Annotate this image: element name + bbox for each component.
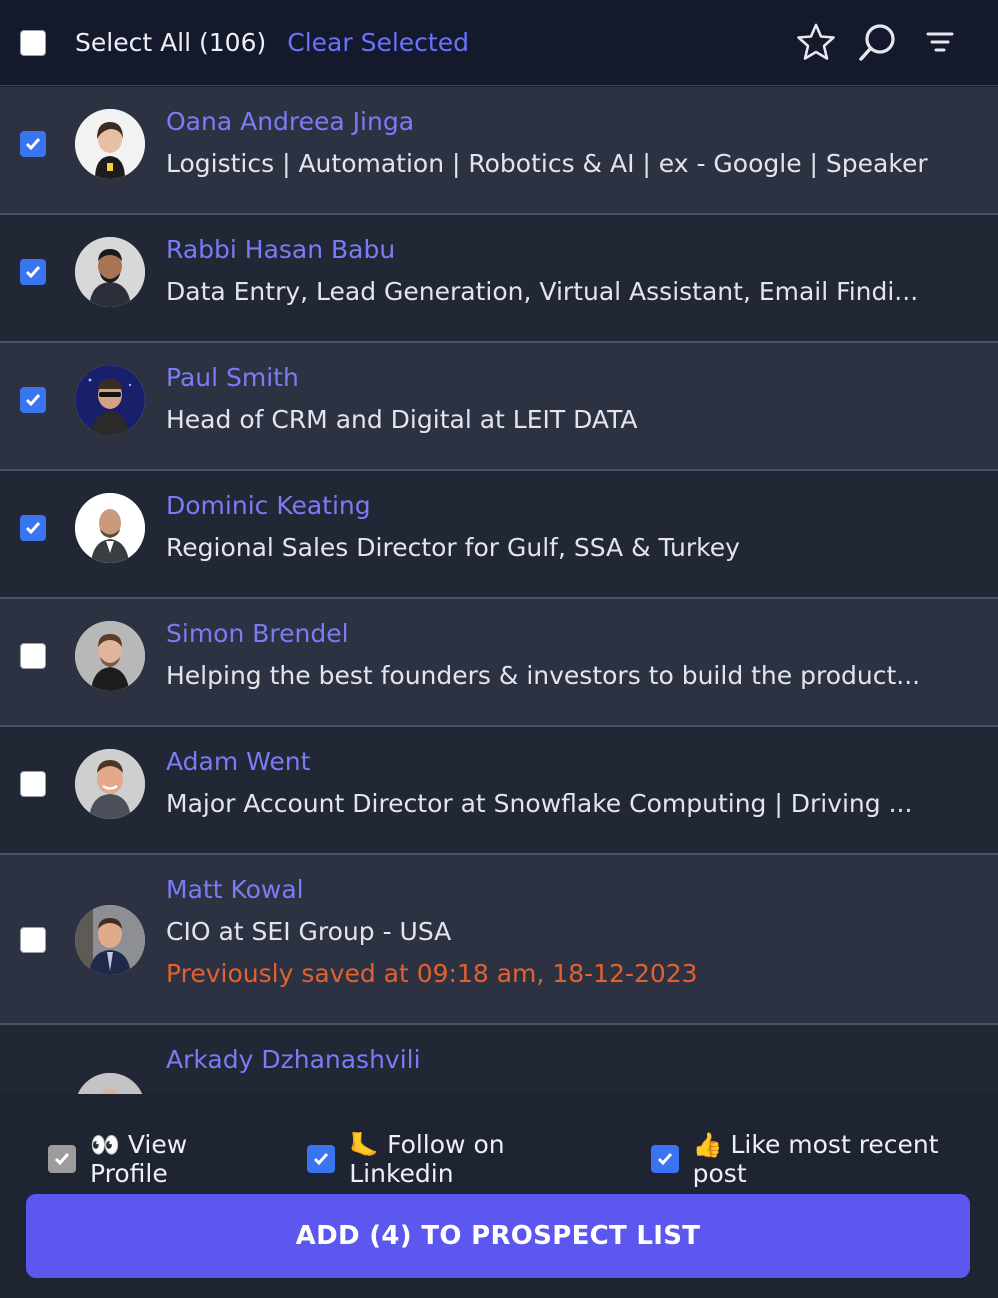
select-all-checkbox[interactable] [20, 29, 46, 56]
avatar [75, 109, 145, 179]
select-all-label[interactable]: Select All (106) [75, 28, 266, 57]
prospect-checkbox[interactable] [20, 515, 46, 541]
option-view-profile[interactable]: 👀 View Profile [48, 1130, 271, 1188]
avatar [75, 621, 145, 691]
prospect-name[interactable]: Rabbi Hasan Babu [166, 235, 395, 264]
prospect-name[interactable]: Oana Andreea Jinga [166, 107, 414, 136]
prospect-list[interactable]: Oana Andreea Jinga Logistics | Automatio… [0, 87, 998, 1094]
prospect-name[interactable]: Adam Went [166, 747, 310, 776]
prospect-row[interactable]: Adam Went Major Account Director at Snow… [0, 727, 998, 855]
header-bar: Select All (106) Clear Selected [0, 0, 998, 86]
like-post-label: Like most recent post [692, 1130, 939, 1188]
search-icon[interactable] [858, 22, 898, 62]
foot-icon: 🦶 [349, 1131, 380, 1159]
prospect-title: Head of CRM and Digital at LEIT DATA [166, 405, 638, 434]
footer-panel: 👀 View Profile 🦶 Follow on Linkedin 👍 Li… [0, 1094, 998, 1298]
prospect-checkbox[interactable] [20, 387, 46, 413]
filter-icon[interactable] [920, 22, 960, 62]
option-like-post[interactable]: 👍 Like most recent post [650, 1130, 998, 1188]
prospect-checkbox[interactable] [20, 771, 46, 797]
prospect-name[interactable]: Arkady Dzhanashvili [166, 1045, 421, 1074]
prospect-name[interactable]: Simon Brendel [166, 619, 349, 648]
prospect-row[interactable]: Matt Kowal CIO at SEI Group - USA Previo… [0, 855, 998, 1025]
action-options: 👀 View Profile 🦶 Follow on Linkedin 👍 Li… [48, 1130, 998, 1188]
avatar [75, 749, 145, 819]
prospect-row[interactable]: Rabbi Hasan Babu Data Entry, Lead Genera… [0, 215, 998, 343]
prospect-checkbox[interactable] [20, 643, 46, 669]
avatar [75, 493, 145, 563]
prospect-title: Major Account Director at Snowflake Comp… [166, 789, 913, 818]
like-post-checkbox[interactable] [650, 1145, 679, 1173]
prospect-title: Data Entry, Lead Generation, Virtual Ass… [166, 277, 919, 306]
prospect-name[interactable]: Matt Kowal [166, 875, 304, 904]
avatar [75, 1073, 145, 1094]
prospect-checkbox[interactable] [20, 927, 46, 953]
clear-selected-link[interactable]: Clear Selected [287, 28, 469, 57]
prospect-checkbox[interactable] [20, 131, 46, 157]
prospect-row[interactable]: Oana Andreea Jinga Logistics | Automatio… [0, 87, 998, 215]
follow-linkedin-checkbox[interactable] [307, 1145, 336, 1173]
avatar [75, 905, 145, 975]
prospect-row[interactable]: Dominic Keating Regional Sales Director … [0, 471, 998, 599]
view-profile-checkbox[interactable] [48, 1145, 76, 1173]
option-follow-linkedin[interactable]: 🦶 Follow on Linkedin [307, 1130, 614, 1188]
prospect-title: Logistics | Automation | Robotics & AI |… [166, 149, 928, 178]
add-to-prospect-list-button[interactable]: ADD (4) TO PROSPECT LIST [26, 1194, 970, 1278]
prospect-row[interactable]: Paul Smith Head of CRM and Digital at LE… [0, 343, 998, 471]
eyes-icon: 👀 [90, 1131, 120, 1159]
prospect-name[interactable]: Dominic Keating [166, 491, 371, 520]
header-actions [796, 22, 960, 62]
prospect-checkbox[interactable] [20, 259, 46, 285]
prospect-row[interactable]: Arkady Dzhanashvili [0, 1025, 998, 1094]
prospect-title: CIO at SEI Group - USA [166, 917, 452, 946]
avatar [75, 237, 145, 307]
avatar [75, 365, 145, 435]
thumbs-up-icon: 👍 [692, 1131, 723, 1159]
prospect-name[interactable]: Paul Smith [166, 363, 299, 392]
prospect-row[interactable]: Simon Brendel Helping the best founders … [0, 599, 998, 727]
prospect-title: Helping the best founders & investors to… [166, 661, 921, 690]
prospect-title: Regional Sales Director for Gulf, SSA & … [166, 533, 740, 562]
previously-saved-note: Previously saved at 09:18 am, 18-12-2023 [166, 959, 698, 988]
star-icon[interactable] [796, 22, 836, 62]
